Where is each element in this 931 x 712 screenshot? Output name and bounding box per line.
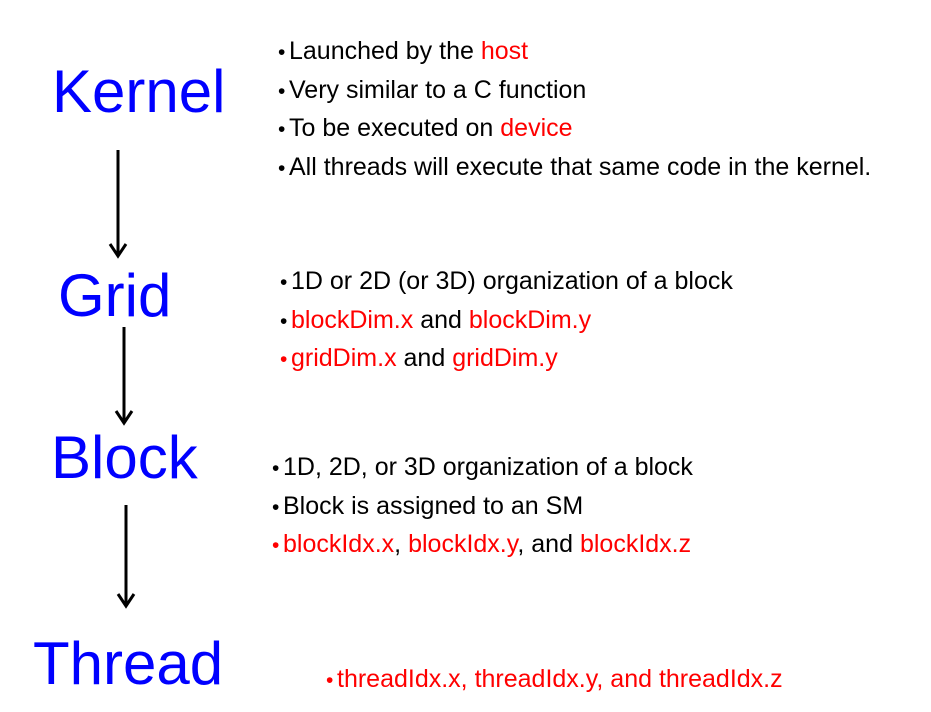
bullet-text: threadIdx.x, threadIdx.y, and threadIdx.… [337, 665, 783, 693]
grid-bullet-item: • 1D or 2D (or 3D) organization of a bloc… [280, 263, 733, 302]
thread-bullet-list: • threadIdx.x, threadIdx.y, and threadIdx… [326, 661, 783, 700]
bullet-dot-icon: • [278, 118, 286, 141]
grid-bullet-item: • blockDim.x and blockDim.y [280, 302, 733, 341]
kernel-to-grid-arrow [108, 150, 128, 259]
block-bullet-list: • 1D, 2D, or 3D organization of a block • B… [272, 449, 693, 565]
kernel-bullet-item: • All threads will execute that same code… [278, 149, 871, 188]
block-bullet-item: • 1D, 2D, or 3D organization of a block [272, 449, 693, 488]
bullet-text: blockDim.x [291, 305, 414, 334]
grid-bullet-list: • 1D or 2D (or 3D) organization of a bloc… [280, 263, 733, 379]
bullet-dot-icon: • [272, 534, 280, 557]
bullet-dot-icon: • [272, 457, 280, 480]
kernel-bullet-item: • Launched by the host [278, 33, 871, 72]
bullet-text: device [500, 114, 573, 142]
bullet-text: 1D, 2D, or 3D organization of a block [283, 453, 693, 481]
grid-to-block-arrow [114, 327, 134, 426]
bullet-text: blockIdx.y [408, 530, 518, 558]
kernel-title: Kernel [52, 58, 226, 125]
kernel-bullet-list: • Launched by the host • Very similar to a … [278, 33, 871, 187]
bullet-text: Block is assigned to an SM [283, 491, 584, 520]
bullet-text: , [394, 530, 409, 558]
bullet-text: host [480, 37, 529, 65]
kernel-bullet-item: • To be executed on device [278, 110, 871, 149]
bullet-text: Very similar to a C function [289, 75, 587, 104]
bullet-text: blockIdx.x [283, 530, 395, 558]
bullet-text: , and [517, 530, 580, 558]
bullet-text: and [413, 305, 469, 334]
bullet-dot-icon: • [278, 41, 286, 64]
grid-title: Grid [58, 262, 172, 329]
bullet-dot-icon: • [280, 271, 288, 294]
bullet-dot-icon: • [326, 669, 334, 692]
bullet-text: Launched by the [289, 37, 481, 65]
block-bullet-item: • Block is assigned to an SM [272, 488, 693, 527]
bullet-dot-icon: • [278, 79, 286, 103]
block-title: Block [51, 424, 198, 491]
thread-title: Thread [33, 630, 224, 697]
thread-bullet-item: • threadIdx.x, threadIdx.y, and threadIdx… [326, 661, 783, 700]
bullet-text: gridDim.y [452, 344, 558, 372]
bullet-text: blockIdx.z [579, 530, 692, 558]
grid-bullet-item: • gridDim.x and gridDim.y [280, 340, 733, 379]
block-to-thread-arrow [116, 505, 136, 609]
bullet-text: To be executed on [289, 114, 501, 142]
bullet-dot-icon: • [278, 156, 286, 180]
bullet-dot-icon: • [280, 309, 288, 333]
bullet-text: gridDim.x [291, 344, 397, 372]
bullet-text: and [396, 344, 453, 372]
kernel-bullet-item: • Very similar to a C function [278, 72, 871, 111]
bullet-text: 1D or 2D (or 3D) organization of a block [291, 267, 733, 295]
bullet-text: All threads will execute that same code … [289, 152, 872, 181]
bullet-dot-icon: • [272, 495, 280, 519]
bullet-text: blockDim.y [468, 305, 592, 334]
bullet-dot-icon: • [280, 348, 288, 371]
block-bullet-item: • blockIdx.x, blockIdx.y, and blockIdx.z [272, 526, 693, 565]
